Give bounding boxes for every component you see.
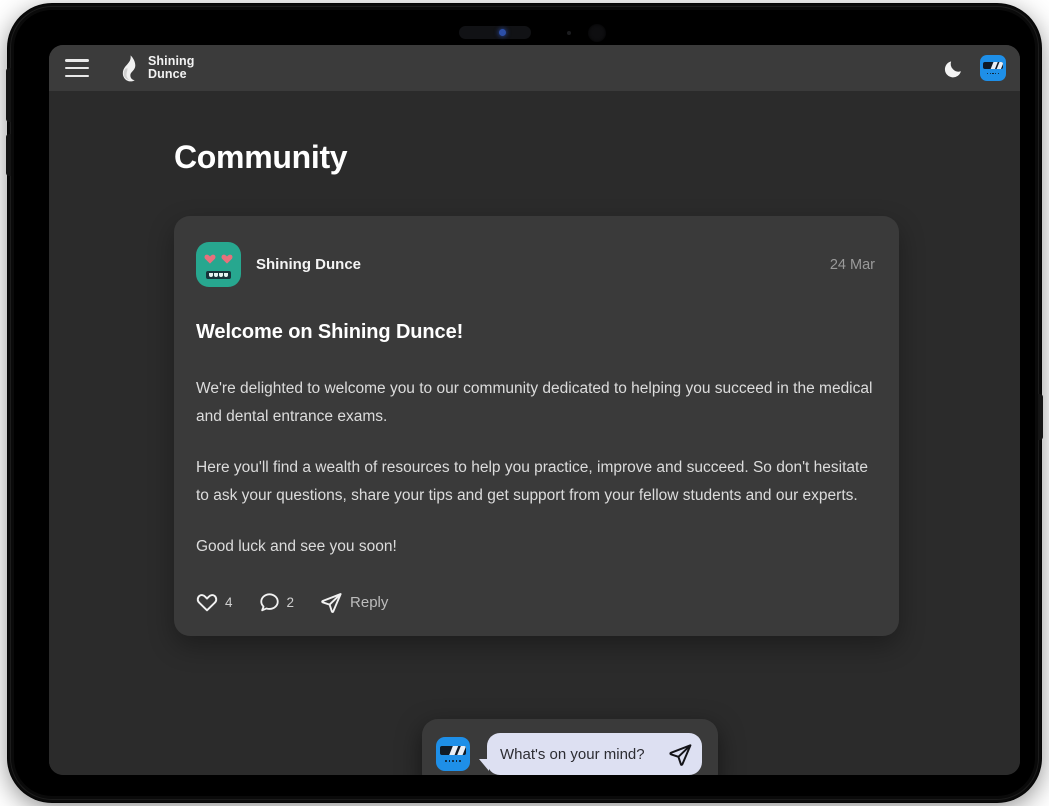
post-body: We're delighted to welcome you to our co… xyxy=(196,375,875,561)
post-header: Shining Dunce 24 Mar xyxy=(196,242,875,287)
avatar-mouth-icon xyxy=(445,759,461,763)
composer-avatar[interactable] xyxy=(436,737,470,771)
flame-logo-icon xyxy=(122,54,136,81)
avatar-mouth-teeth-icon xyxy=(206,271,231,279)
secondary-lens-icon xyxy=(588,24,606,42)
avatar-visor-icon xyxy=(983,62,1003,69)
app-header: Shining Dunce xyxy=(49,45,1020,91)
send-comment-button[interactable] xyxy=(668,742,693,767)
post-card: Shining Dunce 24 Mar Welcome on Shining … xyxy=(174,216,899,636)
heart-eye-left-icon xyxy=(204,254,216,264)
post-actions: 4 2 Reply xyxy=(196,591,875,614)
speaker-grille xyxy=(459,26,531,39)
avatar-visor-icon xyxy=(440,746,466,755)
post-author-name: Shining Dunce xyxy=(256,256,361,273)
post-paragraph: We're delighted to welcome you to our co… xyxy=(196,380,873,425)
comment-input-bubble[interactable]: What's on your mind? xyxy=(479,733,702,775)
comment-button[interactable]: 2 xyxy=(259,592,295,613)
post-author-avatar[interactable] xyxy=(196,242,241,287)
page-title: Community xyxy=(174,139,348,175)
brand-name: Shining Dunce xyxy=(148,55,195,81)
dark-mode-toggle-button[interactable] xyxy=(940,55,966,81)
volume-up-button[interactable] xyxy=(6,68,11,122)
brand-logo[interactable]: Shining Dunce xyxy=(117,54,195,82)
hamburger-menu-icon[interactable] xyxy=(65,59,89,77)
device-bezel: Shining Dunce Community Shining Dunce 24… xyxy=(14,10,1035,796)
moon-icon xyxy=(944,60,961,77)
volume-down-button[interactable] xyxy=(6,134,11,176)
comment-composer: What's on your mind? xyxy=(422,719,718,775)
screenshot-root: Shining Dunce Community Shining Dunce 24… xyxy=(0,0,1049,806)
ambient-sensor-icon xyxy=(567,31,571,35)
like-button[interactable]: 4 xyxy=(196,592,233,612)
paper-plane-send-icon xyxy=(669,743,692,766)
reply-label: Reply xyxy=(350,593,389,611)
front-camera-icon xyxy=(499,29,506,36)
post-title: Welcome on Shining Dunce! xyxy=(196,321,464,343)
post-paragraph: Good luck and see you soon! xyxy=(196,538,397,556)
post-date: 24 Mar xyxy=(829,256,875,273)
comment-count: 2 xyxy=(286,594,295,610)
paper-plane-icon xyxy=(321,592,342,613)
brand-name-line2: Dunce xyxy=(148,67,187,81)
speech-bubble-icon xyxy=(259,593,279,612)
heart-icon xyxy=(196,594,218,612)
heart-eye-right-icon xyxy=(221,254,233,264)
reply-button[interactable]: Reply xyxy=(320,591,388,614)
user-avatar-button[interactable] xyxy=(980,55,1006,81)
tablet-device-frame: Shining Dunce Community Shining Dunce 24… xyxy=(6,4,1043,802)
page-content: Community Shining Dunce 24 Mar Welcome o… xyxy=(49,91,1020,775)
tablet-screen: Shining Dunce Community Shining Dunce 24… xyxy=(49,45,1020,775)
comment-input-placeholder[interactable]: What's on your mind? xyxy=(500,746,668,763)
avatar-mouth-icon xyxy=(987,72,1000,75)
power-button[interactable] xyxy=(1038,394,1043,440)
post-paragraph: Here you'll find a wealth of resources t… xyxy=(196,459,868,504)
like-count: 4 xyxy=(225,594,233,610)
